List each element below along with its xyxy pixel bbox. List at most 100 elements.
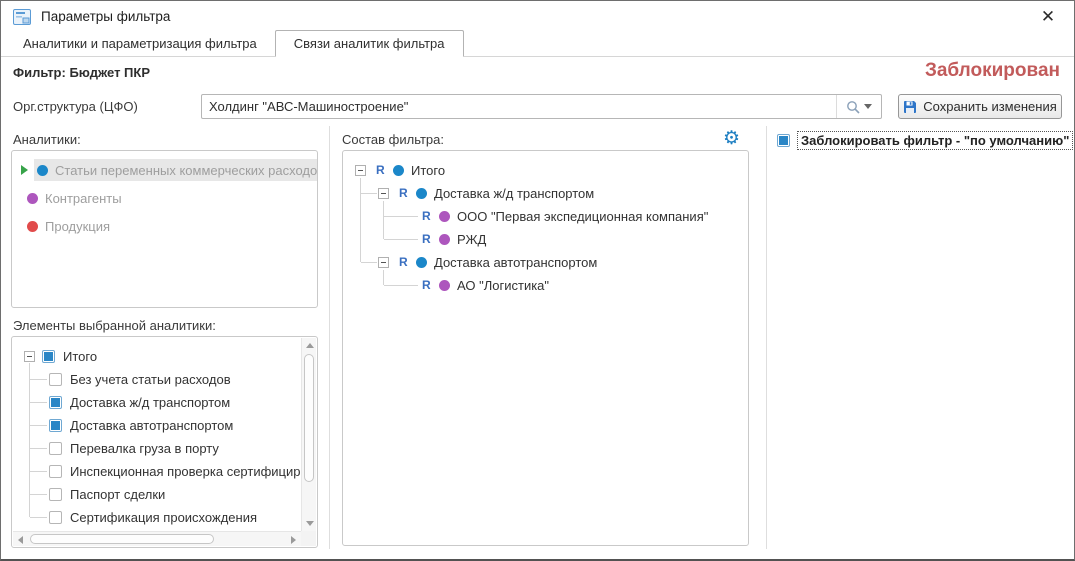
status-locked-label: Заблокирован <box>925 60 1060 82</box>
gear-icon[interactable]: ⚙ <box>723 129 740 149</box>
collapse-icon[interactable] <box>24 351 35 362</box>
elements-tree: Итого Без учета статьи расходов Доставка… <box>11 336 318 548</box>
tree-guide-line <box>384 239 418 240</box>
tree-guide-line <box>383 270 384 285</box>
filter-caption: Фильтр: Бюджет ПКР <box>13 65 150 80</box>
checkbox[interactable] <box>49 465 62 478</box>
r-marker: R <box>399 186 408 200</box>
r-marker: R <box>376 163 385 177</box>
tree-guide-line <box>30 494 47 495</box>
checkbox[interactable] <box>49 419 62 432</box>
checkbox[interactable] <box>777 134 790 147</box>
tree-guide-line <box>384 285 418 286</box>
tree-guide-line <box>30 517 47 518</box>
org-structure-label: Орг.структура (ЦФО) <box>13 99 138 114</box>
node-marker-icon <box>416 188 427 199</box>
collapse-icon[interactable] <box>355 165 366 176</box>
tree-item-label[interactable]: АО "Логистика" <box>457 278 549 293</box>
scroll-up-button[interactable] <box>302 338 317 353</box>
checkbox[interactable] <box>49 511 62 524</box>
tab-strip: Аналитики и параметризация фильтра Связи… <box>1 33 1074 57</box>
splitter-right[interactable] <box>766 126 767 549</box>
filter-composition-tree: R Итого R Доставка ж/д транспортом R ООО… <box>342 150 749 546</box>
tree-item-label[interactable]: Доставка ж/д транспортом <box>434 186 594 201</box>
node-marker-icon <box>393 165 404 176</box>
tree-item-label[interactable]: Итого <box>411 163 445 178</box>
search-icon[interactable] <box>846 100 860 114</box>
analytics-item-label: Продукция <box>45 219 110 234</box>
tree-item-label[interactable]: Доставка автотранспортом <box>434 255 597 270</box>
node-marker-icon <box>416 257 427 268</box>
tree-guide-line <box>383 201 384 239</box>
tree-guide-line <box>361 193 377 194</box>
tree-item-label[interactable]: Паспорт сделки <box>70 487 165 502</box>
r-marker: R <box>422 232 431 246</box>
horizontal-scrollbar[interactable] <box>13 531 301 546</box>
elements-label: Элементы выбранной аналитики: <box>13 318 216 333</box>
analytics-marker-icon <box>27 221 38 232</box>
node-marker-icon <box>439 280 450 291</box>
lock-filter-checkbox-row[interactable]: Заблокировать фильтр - "по умолчанию" <box>777 131 1073 150</box>
analytics-item-label: Статьи переменных коммерческих расходов <box>55 163 317 178</box>
tree-item-label[interactable]: Итого <box>63 349 97 364</box>
tab-analytics-links[interactable]: Связи аналитик фильтра <box>275 30 464 57</box>
horizontal-scroll-thumb[interactable] <box>30 534 214 544</box>
vertical-scrollbar[interactable] <box>301 338 316 531</box>
checkbox[interactable] <box>42 350 55 363</box>
collapse-icon[interactable] <box>378 257 389 268</box>
filter-composition-label: Состав фильтра: <box>342 132 444 147</box>
analytics-list: Статьи переменных коммерческих расходов … <box>11 150 318 308</box>
analytics-item-label: Контрагенты <box>45 191 122 206</box>
tree-guide-line <box>30 402 47 403</box>
tree-guide-line <box>384 216 418 217</box>
checkbox[interactable] <box>49 442 62 455</box>
r-marker: R <box>422 278 431 292</box>
tree-guide-line <box>360 178 361 262</box>
scroll-left-button[interactable] <box>13 532 28 547</box>
filter-parameters-dialog: Параметры фильтра ✕ Аналитики и параметр… <box>0 0 1075 561</box>
tree-item-label[interactable]: Без учета статьи расходов <box>70 372 231 387</box>
scroll-right-button[interactable] <box>286 532 301 547</box>
tab-analytics-parametrization[interactable]: Аналитики и параметризация фильтра <box>5 32 275 56</box>
list-item-analytics[interactable]: Статьи переменных коммерческих расходов <box>12 157 317 183</box>
r-marker: R <box>422 209 431 223</box>
lock-filter-label: Заблокировать фильтр - "по умолчанию" <box>797 131 1073 150</box>
tree-item-label[interactable]: Перевалка груза в порту <box>70 441 219 456</box>
node-marker-icon <box>439 234 450 245</box>
save-icon <box>903 100 917 114</box>
list-item-analytics[interactable]: Контрагенты <box>12 185 317 211</box>
checkbox[interactable] <box>49 373 62 386</box>
save-changes-button[interactable]: Сохранить изменения <box>898 94 1062 119</box>
tree-item-label[interactable]: Доставка ж/д транспортом <box>70 395 230 410</box>
collapse-icon[interactable] <box>378 188 389 199</box>
tree-guide-line <box>361 262 377 263</box>
tree-item-label[interactable]: ООО "Первая экспедиционная компания" <box>457 209 708 224</box>
list-item-analytics[interactable]: Продукция <box>12 213 317 239</box>
analytics-label: Аналитики: <box>13 132 81 147</box>
tree-item-label[interactable]: Инспекционная проверка сертифициро <box>70 464 302 479</box>
scrollbar-corner <box>301 531 316 546</box>
tree-item-label[interactable]: Доставка автотранспортом <box>70 418 233 433</box>
org-structure-value: Холдинг "АВС-Машиностроение" <box>202 99 836 114</box>
org-input-buttons <box>836 95 881 118</box>
chevron-down-icon[interactable] <box>864 104 872 109</box>
tree-guide-line <box>30 448 47 449</box>
checkbox[interactable] <box>49 488 62 501</box>
vertical-scroll-thumb[interactable] <box>304 354 314 482</box>
tree-guide-line <box>30 471 47 472</box>
window-title: Параметры фильтра <box>41 1 170 33</box>
tree-item-label[interactable]: Сертификация происхождения <box>70 510 257 525</box>
tree-guide-line <box>30 425 47 426</box>
close-icon[interactable]: ✕ <box>1036 5 1060 29</box>
window-icon <box>13 9 31 25</box>
current-arrow-icon <box>21 165 28 175</box>
scroll-down-button[interactable] <box>302 516 317 531</box>
checkbox[interactable] <box>49 396 62 409</box>
splitter-left[interactable] <box>329 126 330 549</box>
tree-item-label[interactable]: РЖД <box>457 232 486 247</box>
org-structure-input[interactable]: Холдинг "АВС-Машиностроение" <box>201 94 882 119</box>
analytics-marker-icon <box>27 193 38 204</box>
r-marker: R <box>399 255 408 269</box>
analytics-marker-icon <box>37 165 48 176</box>
node-marker-icon <box>439 211 450 222</box>
